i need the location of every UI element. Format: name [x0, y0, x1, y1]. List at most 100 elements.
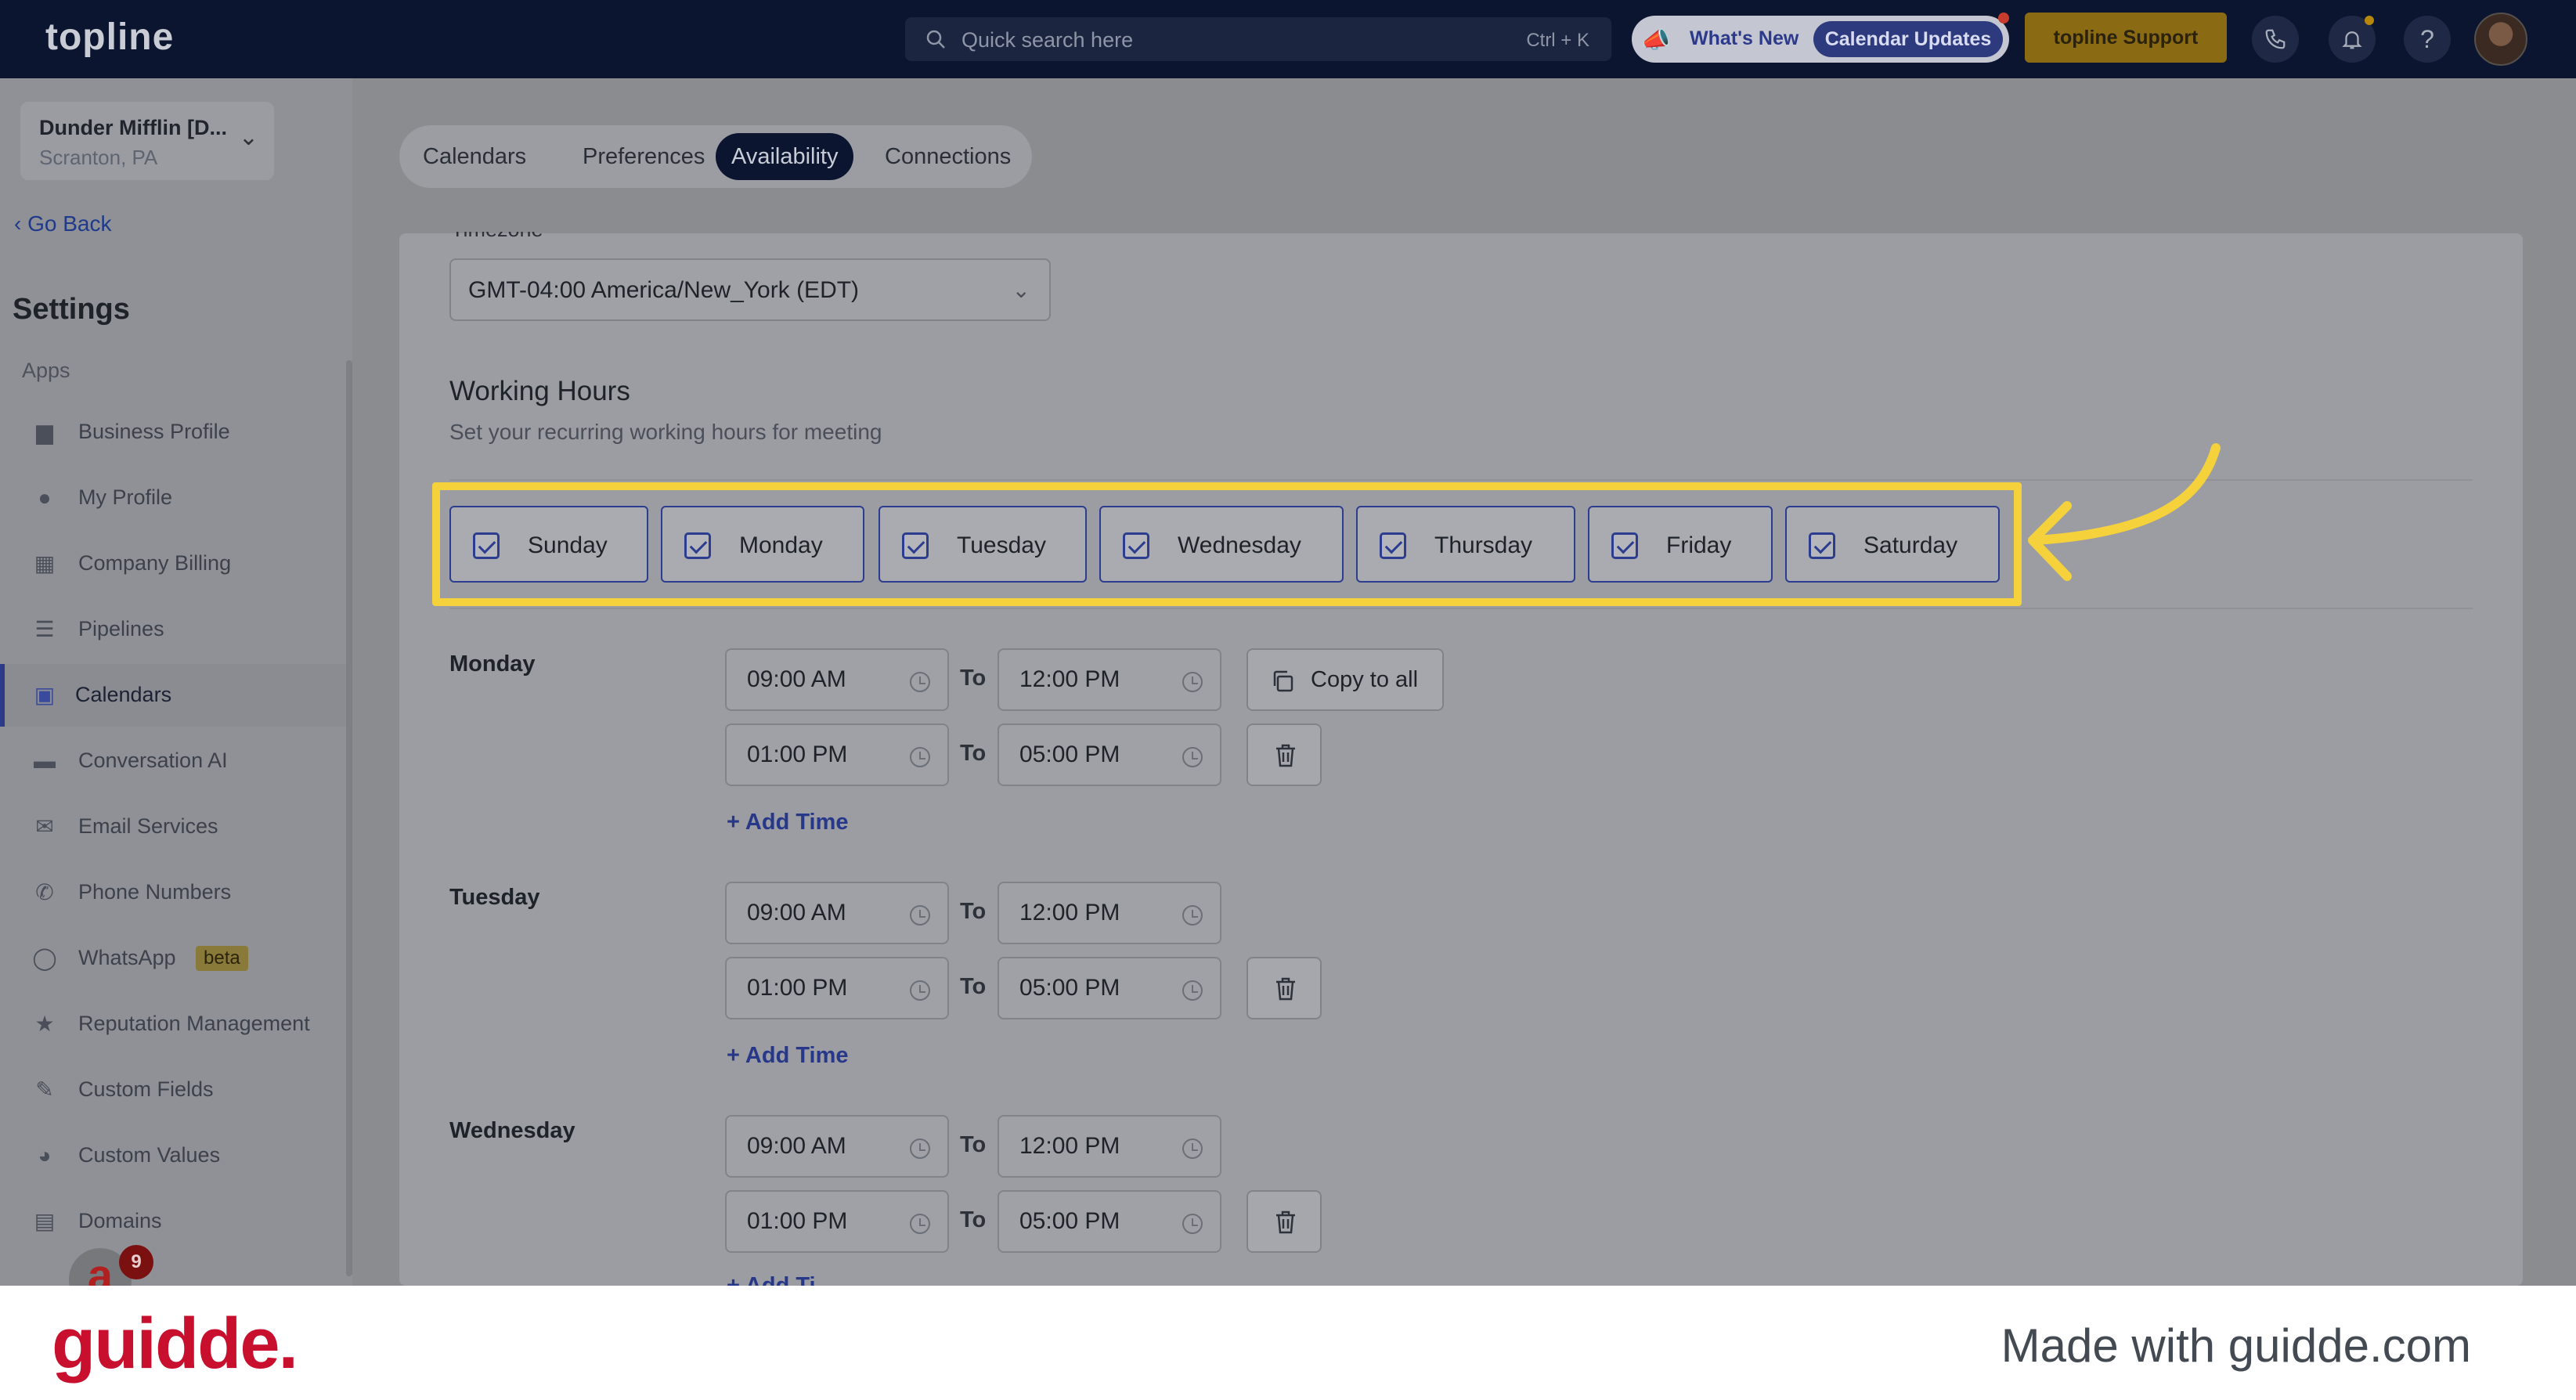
tab-preferences[interactable]: Preferences [567, 133, 720, 180]
copy-to-all-button[interactable]: Copy to all [1247, 648, 1444, 711]
quick-search[interactable]: Quick search here Ctrl + K [905, 17, 1611, 61]
location-switcher[interactable]: Dunder Mifflin [D... Scranton, PA ⌄ [20, 102, 274, 180]
phone-icon [2265, 29, 2286, 49]
guidde-footer: guidde. Made with guidde.com [0, 1286, 2576, 1400]
to-label: To [960, 666, 987, 691]
sidebar-item-email-services[interactable]: ✉ Email Services [0, 796, 349, 858]
start-time-input[interactable]: 01:00 PM [725, 1190, 949, 1253]
clock-icon [910, 1138, 930, 1159]
delete-slot-button[interactable] [1247, 723, 1322, 786]
working-hours-title: Working Hours [449, 376, 630, 406]
end-time-input[interactable]: 12:00 PM [998, 1115, 1221, 1178]
timezone-select[interactable]: GMT-04:00 America/New_York (EDT) ⌄ [449, 258, 1051, 321]
sidebar-item-calendars[interactable]: ▣ Calendars [0, 664, 349, 727]
calendar-updates-badge: Calendar Updates [1813, 21, 2003, 57]
sidebar-item-pipelines[interactable]: ☰ Pipelines [0, 598, 349, 661]
clock-icon [1182, 1214, 1203, 1234]
add-time-link[interactable]: + Add Time [727, 1043, 849, 1069]
sidebar-item-company-billing[interactable]: ▦ Company Billing [0, 532, 349, 595]
whatsapp-icon: ◯ [32, 946, 57, 970]
whats-new-button[interactable]: 📣 What's New Calendar Updates [1632, 16, 2009, 63]
start-time-input[interactable]: 01:00 PM [725, 723, 949, 786]
trash-icon [1276, 744, 1295, 767]
briefcase-icon: ▆ [36, 420, 53, 444]
search-icon [926, 30, 945, 49]
user-icon: ● [38, 485, 52, 510]
timezone-value: GMT-04:00 America/New_York (EDT) [468, 277, 860, 303]
location-city: Scranton, PA [39, 146, 158, 169]
guidde-logo: guidde. [52, 1304, 298, 1384]
sidebar-item-conversation-ai[interactable]: ▬ Conversation AI [0, 730, 349, 792]
end-time-input[interactable]: 12:00 PM [998, 882, 1221, 944]
to-label: To [960, 741, 987, 766]
chevron-left-icon: ‹ [14, 211, 28, 236]
start-time-input[interactable]: 01:00 PM [725, 957, 949, 1019]
clock-icon [910, 980, 930, 1001]
end-time-input[interactable]: 05:00 PM [998, 1190, 1221, 1253]
working-hours-subtitle: Set your recurring working hours for mee… [449, 420, 882, 444]
grid-icon: ▦ [34, 551, 56, 576]
help-button[interactable]: ? [2404, 16, 2451, 63]
availability-card [399, 233, 2523, 1286]
to-label: To [960, 974, 987, 999]
sidebar-item-business-profile[interactable]: ▆ Business Profile [0, 401, 349, 464]
edit-icon: ✎ [35, 1077, 54, 1102]
apps-section-label: Apps [22, 359, 70, 382]
add-time-link[interactable]: + Add Ti [727, 1273, 816, 1286]
window-icon: ▤ [34, 1209, 56, 1233]
trash-icon [1276, 1211, 1295, 1234]
clock-icon [910, 672, 930, 692]
tab-availability[interactable]: Availability [716, 133, 854, 180]
sidebar-item-domains[interactable]: ▤ Domains [0, 1190, 349, 1253]
clock-icon [1182, 672, 1203, 692]
sidebar-item-custom-fields[interactable]: ✎ Custom Fields [0, 1059, 349, 1121]
notification-dot [1998, 13, 2009, 23]
sidebar-item-my-profile[interactable]: ● My Profile [0, 467, 349, 529]
megaphone-icon: 📣 [1641, 27, 1671, 53]
start-time-input[interactable]: 09:00 AM [725, 1115, 949, 1178]
sidebar-item-phone-numbers[interactable]: ✆ Phone Numbers [0, 861, 349, 924]
schedule-day-label: Wednesday [449, 1118, 575, 1143]
clock-icon [1182, 980, 1203, 1001]
calendar-settings-tabs: Calendars Preferences Availability Conne… [399, 125, 1032, 188]
sidebar-scrollbar[interactable] [346, 360, 352, 1276]
user-avatar[interactable] [2474, 13, 2527, 66]
clock-icon [1182, 747, 1203, 767]
to-label: To [960, 1132, 987, 1157]
phone-icon: ✆ [35, 880, 54, 904]
sidebar-item-whatsapp[interactable]: ◯ WhatsApp beta [0, 927, 349, 990]
chat-unread-badge: 9 [119, 1245, 153, 1279]
clock-icon [910, 747, 930, 767]
filter-icon: ☰ [34, 617, 55, 641]
add-time-link[interactable]: + Add Time [727, 810, 849, 835]
start-time-input[interactable]: 09:00 AM [725, 648, 949, 711]
to-label: To [960, 899, 987, 924]
settings-title: Settings [13, 293, 130, 326]
start-time-input[interactable]: 09:00 AM [725, 882, 949, 944]
search-placeholder: Quick search here [961, 28, 1134, 52]
beta-badge: beta [196, 946, 248, 971]
end-time-input[interactable]: 12:00 PM [998, 648, 1221, 711]
tab-calendars[interactable]: Calendars [407, 133, 542, 180]
mail-icon: ✉ [35, 814, 54, 839]
sidebar-item-custom-values[interactable]: ◕ Custom Values [0, 1124, 349, 1187]
delete-slot-button[interactable] [1247, 957, 1322, 1019]
star-icon: ★ [34, 1012, 55, 1036]
timezone-label: Timezone [451, 218, 543, 241]
clock-icon [910, 1214, 930, 1234]
end-time-input[interactable]: 05:00 PM [998, 723, 1221, 786]
calendar-icon: ▣ [34, 683, 56, 707]
app-logo[interactable]: topline [45, 16, 174, 59]
delete-slot-button[interactable] [1247, 1190, 1322, 1253]
chat-icon: ▬ [34, 749, 56, 773]
tutorial-highlight-box [432, 482, 2022, 606]
pie-icon: ◕ [38, 1143, 52, 1167]
search-shortcut: Ctrl + K [1526, 30, 1589, 51]
sidebar-item-reputation-management[interactable]: ★ Reputation Management [0, 993, 349, 1055]
go-back-link[interactable]: ‹ Go Back [14, 211, 112, 236]
chevron-down-icon: ⌄ [1012, 278, 1030, 302]
tab-connections[interactable]: Connections [869, 133, 1026, 180]
phone-button[interactable] [2252, 16, 2299, 63]
end-time-input[interactable]: 05:00 PM [998, 957, 1221, 1019]
support-button[interactable]: topline Support [2025, 13, 2227, 63]
